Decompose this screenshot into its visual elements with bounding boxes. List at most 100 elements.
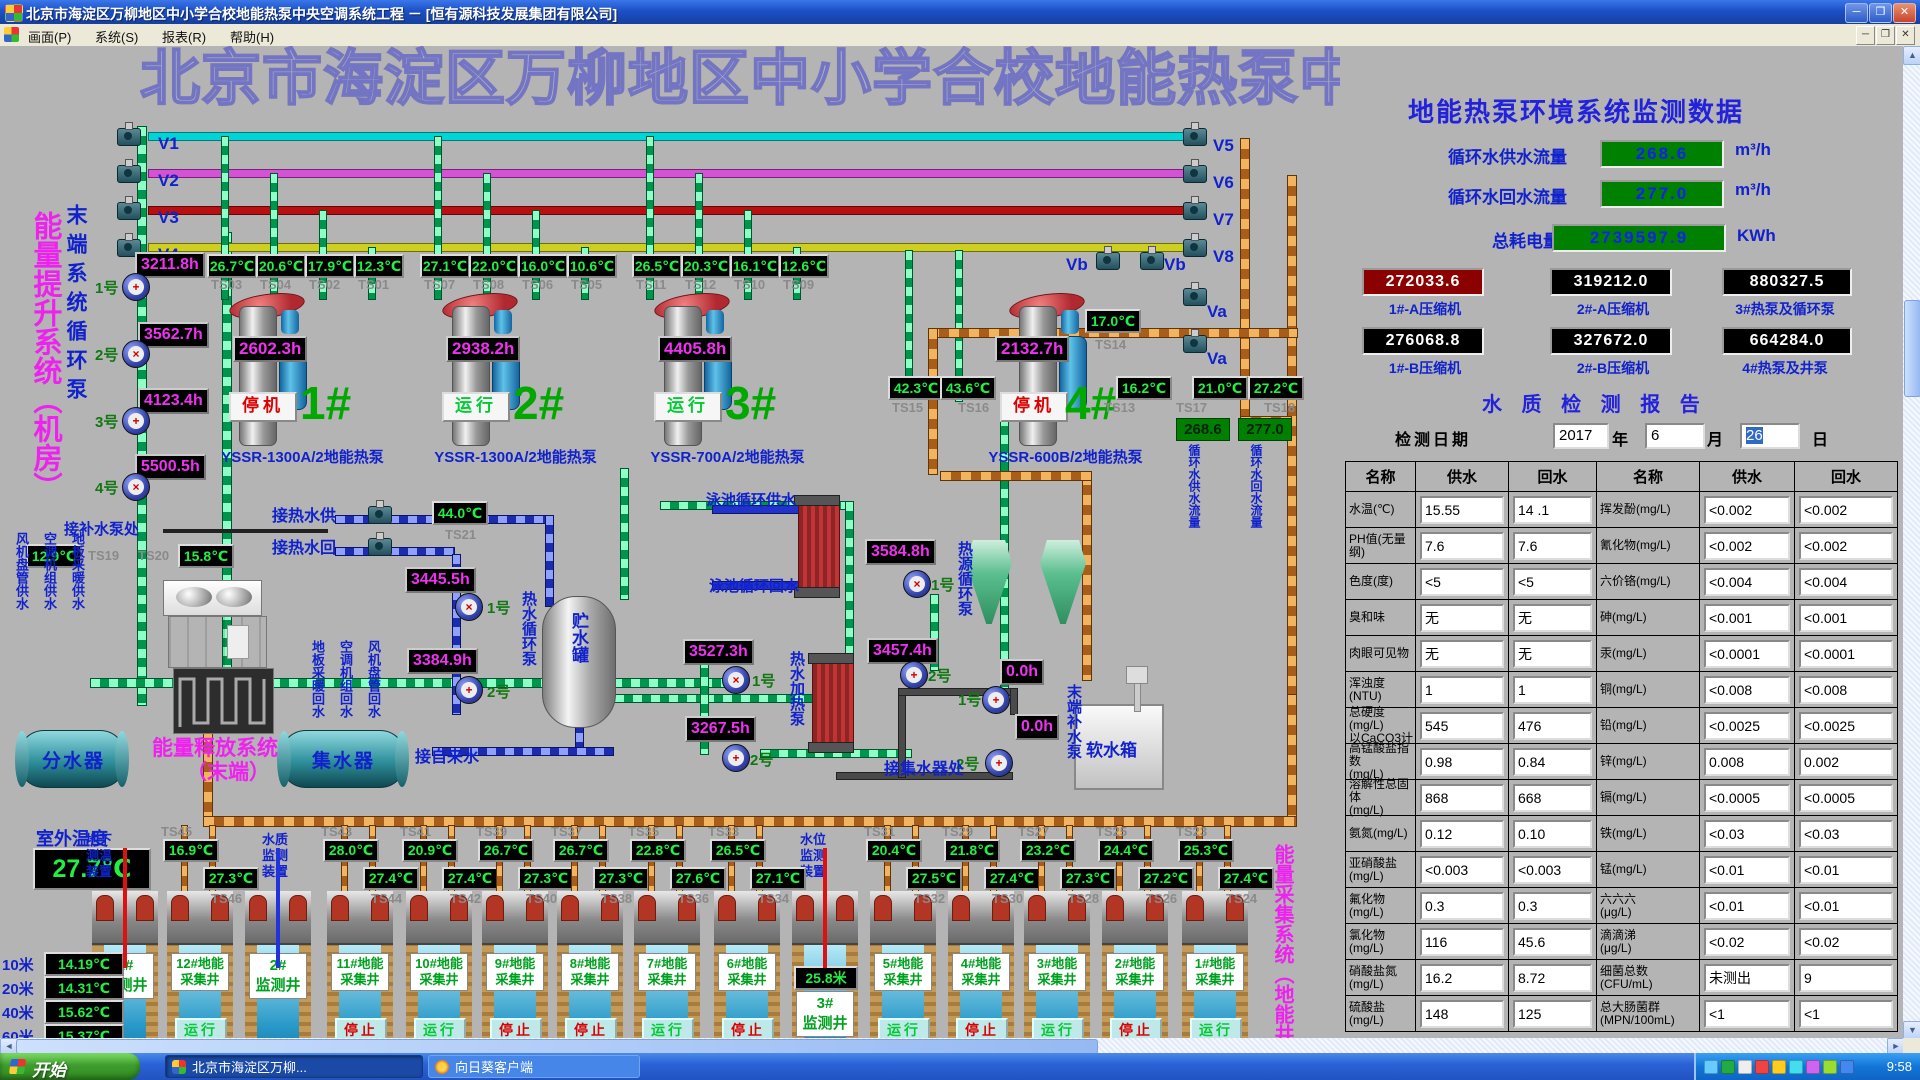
horizontal-scroll-thumb[interactable] xyxy=(16,1039,1098,1054)
table-value-input[interactable]: <0.002 xyxy=(1704,532,1790,560)
hot-water-pump-icon[interactable]: + xyxy=(455,676,483,704)
table-value-input[interactable]: <0.01 xyxy=(1704,892,1790,920)
table-value-input[interactable]: 45.6 xyxy=(1513,928,1592,956)
makeup-pump-icon[interactable]: + xyxy=(985,749,1013,777)
table-value-input[interactable]: <0.0001 xyxy=(1799,640,1893,668)
table-value-input[interactable]: 9 xyxy=(1799,964,1893,992)
table-value-input[interactable]: 7.6 xyxy=(1420,532,1504,560)
heat-source-pump-icon[interactable]: + xyxy=(900,661,928,689)
tray-icon[interactable] xyxy=(1789,1060,1803,1074)
table-value-input[interactable]: 无 xyxy=(1420,640,1504,668)
minimize-button[interactable]: ─ xyxy=(1845,3,1868,23)
menu-system[interactable]: 系统(S) xyxy=(95,27,138,46)
tray-icon[interactable] xyxy=(1704,1060,1718,1074)
mdi-restore-button[interactable]: ❐ xyxy=(1876,26,1895,45)
terminal-pump-icon[interactable]: × xyxy=(122,473,150,501)
table-value-input[interactable]: 7.6 xyxy=(1513,532,1592,560)
vertical-scroll-thumb[interactable] xyxy=(1904,300,1920,397)
table-value-input[interactable]: 125 xyxy=(1513,1000,1592,1028)
valve-hw[interactable] xyxy=(368,538,392,556)
date-day-input[interactable]: 26 xyxy=(1740,423,1800,449)
table-value-input[interactable]: 0.002 xyxy=(1799,748,1893,776)
tray-icon[interactable] xyxy=(1772,1060,1786,1074)
table-value-input[interactable]: 无 xyxy=(1513,604,1592,632)
tray-icon[interactable] xyxy=(1721,1060,1735,1074)
table-value-input[interactable]: <0.03 xyxy=(1799,820,1893,848)
table-value-input[interactable]: <0.0005 xyxy=(1704,784,1790,812)
table-value-input[interactable]: 1 xyxy=(1420,676,1504,704)
table-value-input[interactable]: 668 xyxy=(1513,784,1592,812)
table-value-input[interactable]: <0.01 xyxy=(1799,892,1893,920)
start-button[interactable]: 开始 xyxy=(0,1053,140,1080)
table-value-input[interactable]: 无 xyxy=(1513,640,1592,668)
table-value-input[interactable]: 0.10 xyxy=(1513,820,1592,848)
valve-V8[interactable] xyxy=(1183,239,1207,257)
table-value-input[interactable]: <0.001 xyxy=(1799,604,1893,632)
table-value-input[interactable]: 0.3 xyxy=(1513,892,1592,920)
table-value-input[interactable]: <1 xyxy=(1704,1000,1790,1028)
table-value-input[interactable]: <0.008 xyxy=(1799,676,1893,704)
valve-hw[interactable] xyxy=(368,506,392,524)
valve-V2[interactable] xyxy=(117,165,141,183)
heat-source-pump-icon[interactable]: × xyxy=(903,570,931,598)
valve-V6[interactable] xyxy=(1183,165,1207,183)
table-value-input[interactable]: <0.002 xyxy=(1799,496,1893,524)
table-value-input[interactable]: <1 xyxy=(1799,1000,1893,1028)
table-value-input[interactable]: 0.12 xyxy=(1420,820,1504,848)
heating-pump-icon[interactable]: × xyxy=(722,666,750,694)
table-value-input[interactable]: <0.003 xyxy=(1420,856,1504,884)
table-value-input[interactable]: 0.98 xyxy=(1420,748,1504,776)
date-month-input[interactable]: 6 xyxy=(1645,423,1705,449)
valve-V1[interactable] xyxy=(117,128,141,146)
table-value-input[interactable]: 1 xyxy=(1513,676,1592,704)
table-value-input[interactable]: 8.72 xyxy=(1513,964,1592,992)
scroll-up-button[interactable]: ▲ xyxy=(1903,46,1920,65)
heating-pump-icon[interactable]: + xyxy=(722,744,750,772)
menu-screen[interactable]: 画面(P) xyxy=(28,27,71,46)
valve-Va[interactable] xyxy=(1183,288,1207,306)
tray-icon[interactable] xyxy=(1806,1060,1820,1074)
table-value-input[interactable]: 15.55 xyxy=(1420,496,1504,524)
table-value-input[interactable]: <0.01 xyxy=(1799,856,1893,884)
table-value-input[interactable]: <0.0001 xyxy=(1704,640,1790,668)
close-button[interactable]: ✕ xyxy=(1893,3,1916,23)
table-value-input[interactable]: <0.004 xyxy=(1704,568,1790,596)
table-value-input[interactable]: <0.02 xyxy=(1799,928,1893,956)
tray-icon[interactable] xyxy=(1755,1060,1769,1074)
menu-help[interactable]: 帮助(H) xyxy=(230,27,274,46)
table-value-input[interactable]: 545 xyxy=(1420,712,1504,740)
valve-Vb[interactable] xyxy=(1140,252,1164,270)
tray-icon[interactable] xyxy=(1823,1060,1837,1074)
table-value-input[interactable]: <0.008 xyxy=(1704,676,1790,704)
taskbar-task-main-app[interactable]: 北京市海淀区万柳... xyxy=(165,1055,423,1078)
table-value-input[interactable]: 16.2 xyxy=(1420,964,1504,992)
date-year-input[interactable]: 2017 xyxy=(1553,423,1609,449)
table-value-input[interactable]: <0.01 xyxy=(1704,856,1790,884)
table-value-input[interactable]: <0.02 xyxy=(1704,928,1790,956)
table-value-input[interactable]: 无 xyxy=(1420,604,1504,632)
terminal-pump-icon[interactable]: + xyxy=(122,273,150,301)
table-value-input[interactable]: 868 xyxy=(1420,784,1504,812)
mdi-minimize-button[interactable]: ─ xyxy=(1856,26,1875,45)
table-value-input[interactable]: 0.3 xyxy=(1420,892,1504,920)
valve-V7[interactable] xyxy=(1183,202,1207,220)
table-value-input[interactable]: 0.008 xyxy=(1704,748,1790,776)
table-value-input[interactable]: <5 xyxy=(1420,568,1504,596)
terminal-pump-icon[interactable]: × xyxy=(122,340,150,368)
valve-V3[interactable] xyxy=(117,202,141,220)
table-value-input[interactable]: 14 .1 xyxy=(1513,496,1592,524)
table-value-input[interactable]: <0.03 xyxy=(1704,820,1790,848)
valve-Va[interactable] xyxy=(1183,335,1207,353)
valve-V5[interactable] xyxy=(1183,128,1207,146)
table-value-input[interactable]: 116 xyxy=(1420,928,1504,956)
table-value-input[interactable]: <0.001 xyxy=(1704,604,1790,632)
table-value-input[interactable]: <5 xyxy=(1513,568,1592,596)
table-value-input[interactable]: <0.002 xyxy=(1704,496,1790,524)
table-value-input[interactable]: <0.004 xyxy=(1799,568,1893,596)
terminal-pump-icon[interactable]: + xyxy=(122,407,150,435)
table-value-input[interactable]: <0.0025 xyxy=(1704,712,1790,740)
tray-icon[interactable] xyxy=(1738,1060,1752,1074)
mdi-close-button[interactable]: ✕ xyxy=(1896,26,1915,45)
table-value-input[interactable]: <0.0005 xyxy=(1799,784,1893,812)
table-value-input[interactable]: 0.84 xyxy=(1513,748,1592,776)
